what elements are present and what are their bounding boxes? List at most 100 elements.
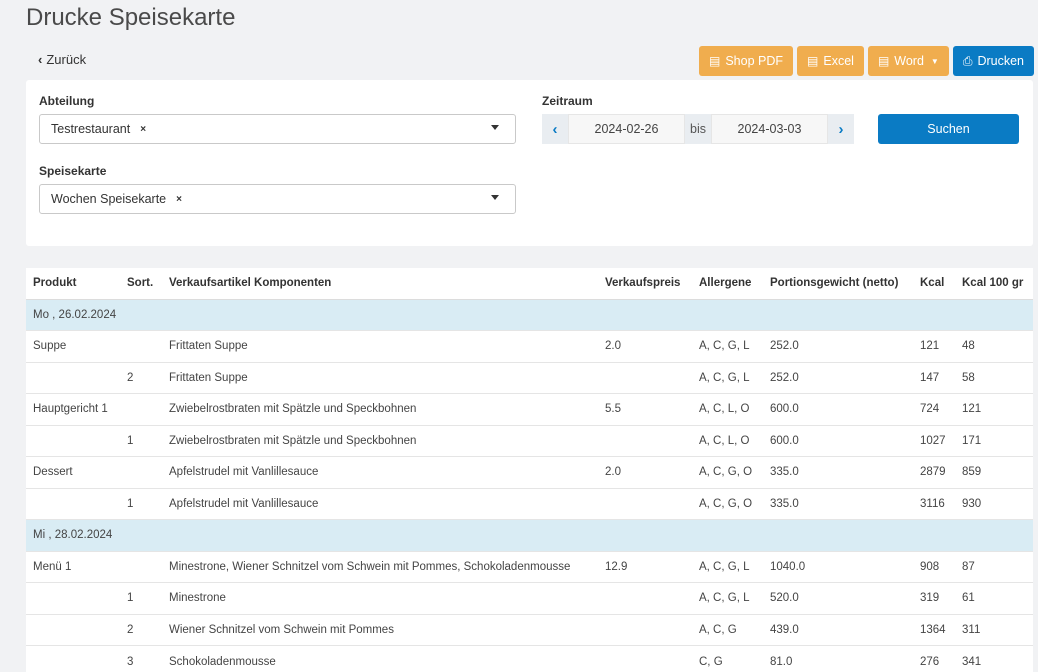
cell-gewicht: 1040.0 (763, 550, 913, 583)
cell-gewicht: 600.0 (763, 393, 913, 425)
table-row: 2 Wiener Schnitzel vom Schwein mit Pommes… (26, 613, 1033, 646)
header-allergene: Allergene (692, 268, 763, 300)
cell-sort (120, 330, 162, 362)
header-komponenten: Verkaufsartikel Komponenten (162, 268, 598, 300)
next-week-button[interactable]: › (828, 114, 854, 144)
cell-kcal: 319 (913, 582, 955, 614)
back-link[interactable]: ‹ Zurück (38, 52, 86, 67)
cell-produkt: Dessert (26, 456, 120, 488)
back-label: Zurück (46, 52, 87, 67)
cell-kcal: 724 (913, 393, 955, 425)
dropdown-arrow-icon (491, 195, 499, 200)
table-row: Dessert Apfelstrudel mit Vanlillesauce 2.0… (26, 456, 1033, 488)
cell-kcal100: 859 (955, 456, 1033, 488)
cell-allergene: A, C, G, L (692, 582, 763, 614)
abteilung-value: Testrestaurant (51, 122, 131, 136)
cell-gewicht: 335.0 (763, 487, 913, 520)
day-header-row: Mi , 28.02.2024 (26, 519, 1033, 551)
cell-allergene: A, C, G, L (692, 550, 763, 583)
caret-down-icon: ▼ (930, 56, 939, 66)
header-produkt: Produkt (26, 268, 120, 300)
cell-gewicht: 81.0 (763, 645, 913, 672)
prev-week-button[interactable]: ‹ (542, 114, 568, 144)
zeitraum-label: Zeitraum (542, 94, 593, 108)
printer-icon: ⎙ (962, 53, 973, 68)
clear-abteilung-icon[interactable]: × (140, 124, 146, 135)
speisekarte-select[interactable]: Wochen Speisekarte × (39, 184, 516, 214)
cell-preis (598, 487, 692, 520)
file-pdf-icon: ▤ (709, 54, 721, 68)
header-gewicht: Portionsgewicht (netto) (763, 268, 913, 300)
abteilung-select[interactable]: Testrestaurant × (39, 114, 516, 144)
cell-komponenten: Wiener Schnitzel vom Schwein mit Pommes (162, 613, 598, 646)
cell-sort (120, 393, 162, 425)
cell-kcal100: 61 (955, 582, 1033, 614)
shop-pdf-label: Shop PDF (725, 54, 784, 68)
speisekarte-label: Speisekarte (39, 164, 107, 178)
cell-komponenten: Frittaten Suppe (162, 361, 598, 394)
filter-panel: Abteilung Testrestaurant × Speisekarte W… (26, 80, 1033, 246)
header-kcal: Kcal (913, 268, 955, 300)
cell-kcal100: 341 (955, 645, 1033, 672)
excel-button[interactable]: ▤ Excel (797, 46, 864, 76)
cell-kcal: 121 (913, 330, 955, 362)
menu-table: Produkt Sort. Verkaufsartikel Komponente… (26, 268, 1033, 672)
file-word-icon: ▤ (877, 54, 890, 68)
date-from-input[interactable]: 2024-02-26 (568, 114, 685, 144)
cell-sort: 3 (120, 645, 162, 672)
word-button[interactable]: ▤ Word ▼ (867, 46, 949, 76)
cell-kcal: 147 (913, 361, 955, 394)
cell-komponenten: Minestrone, Wiener Schnitzel vom Schwein… (162, 550, 598, 583)
cell-kcal: 1364 (913, 613, 955, 646)
cell-allergene: A, C, G, L (692, 330, 763, 362)
cell-preis: 2.0 (598, 330, 692, 362)
cell-komponenten: Apfelstrudel mit Vanlillesauce (162, 456, 598, 488)
cell-kcal100: 48 (955, 330, 1033, 362)
cell-gewicht: 335.0 (763, 456, 913, 488)
cell-kcal100: 930 (955, 487, 1033, 520)
shop-pdf-button[interactable]: ▤ Shop PDF (699, 46, 794, 76)
cell-kcal: 908 (913, 550, 955, 583)
cell-produkt: Menü 1 (26, 550, 120, 583)
toolbar: ▤ Shop PDF ▤ Excel ▤ Word ▼ ⎙ Drucken (699, 46, 1034, 76)
cell-kcal100: 87 (955, 550, 1033, 583)
clear-speisekarte-icon[interactable]: × (176, 194, 182, 205)
cell-kcal: 3116 (913, 487, 955, 520)
cell-preis (598, 424, 692, 457)
cell-komponenten: Zwiebelrostbraten mit Spätzle und Speckb… (162, 393, 598, 425)
print-label: Drucken (977, 54, 1024, 68)
table-row: Suppe Frittaten Suppe 2.0 A, C, G, L 252.0 12… (26, 330, 1033, 362)
cell-allergene: A, C, G, O (692, 487, 763, 520)
cell-preis: 12.9 (598, 550, 692, 583)
cell-preis (598, 613, 692, 646)
table-row: 1 Minestrone A, C, G, L 520.0 319 61 (26, 582, 1033, 614)
table-row: 1 Zwiebelrostbraten mit Spätzle und Speck… (26, 424, 1033, 457)
table-body: Mo , 26.02.2024 Suppe Frittaten Suppe 2.0 A,… (26, 298, 1033, 672)
cell-preis: 2.0 (598, 456, 692, 488)
cell-sort: 1 (120, 487, 162, 520)
print-button[interactable]: ⎙ Drucken (952, 46, 1034, 76)
table-row: Hauptgericht 1 Zwiebelrostbraten mit Spät… (26, 393, 1033, 425)
speisekarte-value: Wochen Speisekarte (51, 192, 167, 206)
cell-produkt (26, 582, 120, 614)
cell-preis (598, 361, 692, 394)
page-title: Drucke Speisekarte (26, 4, 236, 31)
cell-sort (120, 456, 162, 488)
cell-gewicht: 252.0 (763, 361, 913, 394)
excel-label: Excel (823, 54, 854, 68)
day-label: Mo , 26.02.2024 (26, 298, 1033, 331)
cell-sort (120, 550, 162, 583)
cell-preis (598, 645, 692, 672)
cell-allergene: A, C, L, O (692, 393, 763, 425)
cell-komponenten: Apfelstrudel mit Vanlillesauce (162, 487, 598, 520)
file-excel-icon: ▤ (807, 54, 819, 68)
cell-allergene: C, G (692, 645, 763, 672)
header-sort: Sort. (120, 268, 162, 300)
date-to-input[interactable]: 2024-03-03 (711, 114, 828, 144)
search-button[interactable]: Suchen (878, 114, 1019, 144)
cell-sort: 2 (120, 613, 162, 646)
cell-preis: 5.5 (598, 393, 692, 425)
cell-produkt (26, 361, 120, 394)
cell-kcal: 2879 (913, 456, 955, 488)
dropdown-arrow-icon (491, 125, 499, 130)
